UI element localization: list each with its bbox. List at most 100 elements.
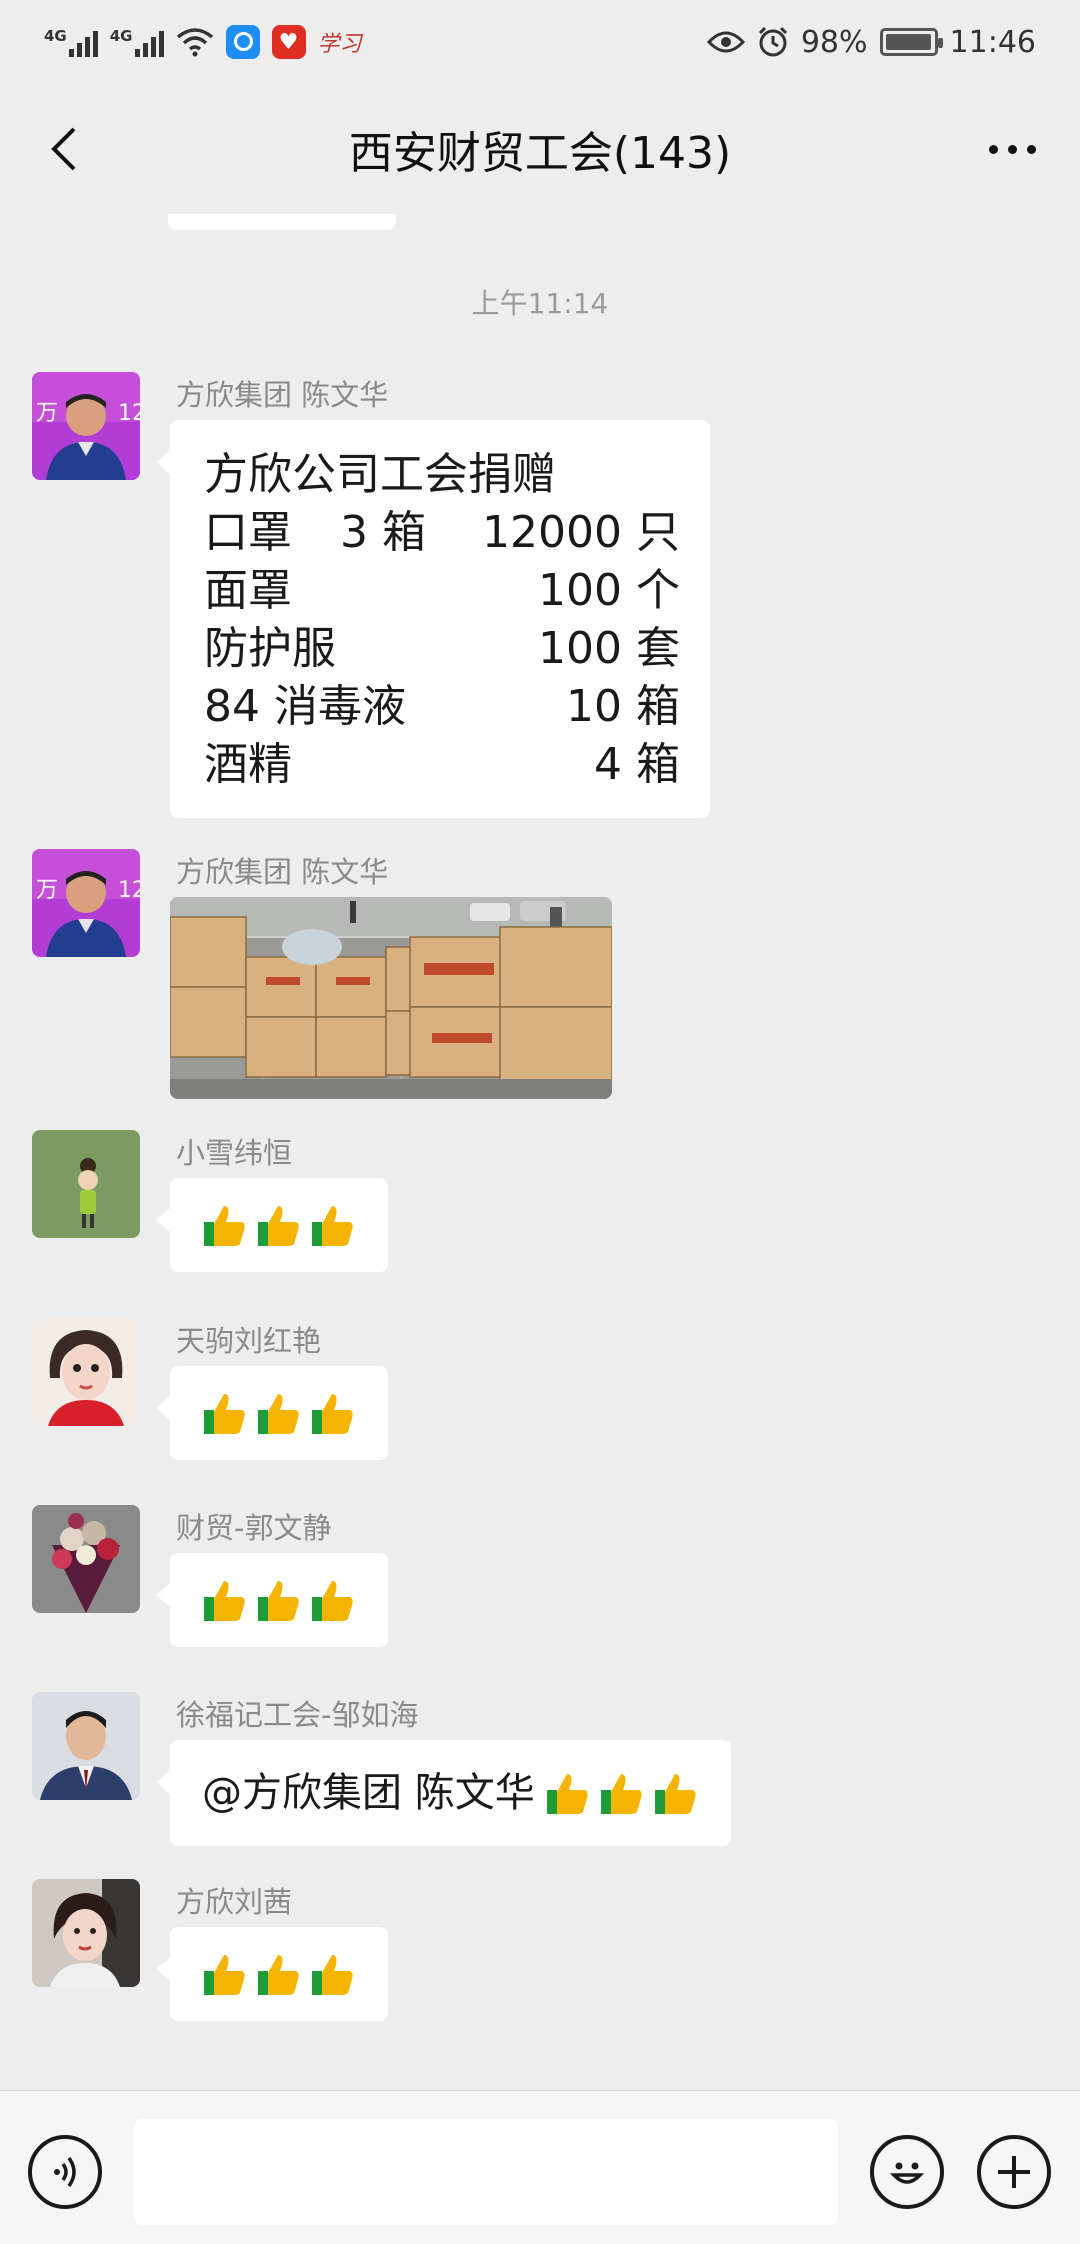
thumbs-up-icon (204, 1206, 245, 1246)
nav-bar: 西安财贸工会(143) (0, 84, 1080, 214)
thumbs-up-emoji-group (202, 1390, 356, 1436)
thumbs-up-icon (258, 1394, 299, 1434)
message-bubble[interactable] (156, 1366, 388, 1460)
donation-item: 84 消毒液 (204, 681, 406, 732)
thumbs-up-emoji-group (202, 1202, 356, 1248)
thumbs-up-icon (654, 1774, 696, 1814)
battery-icon (879, 28, 943, 56)
network-label-2: 4G (109, 27, 133, 45)
input-bar (0, 2090, 1080, 2244)
donation-item: 酒精 (204, 739, 292, 790)
more-options-button[interactable] (972, 114, 1052, 184)
previous-message-fragment (168, 214, 396, 230)
chat-title: 西安财贸工会(143) (348, 128, 732, 179)
plus-icon (998, 2156, 1030, 2188)
network-signal-2: 4G (110, 27, 164, 57)
donation-item-name: 口罩 (204, 507, 292, 558)
donation-row: 酒精 4 箱 (204, 736, 680, 794)
avatar[interactable] (32, 1879, 140, 1987)
thumbs-up-emoji-group (545, 1770, 699, 1816)
thumbs-up-icon (204, 1955, 245, 1995)
battery-fill (885, 34, 931, 50)
network-label-1: 4G (44, 27, 67, 45)
mention-text: @方欣集团 陈文华 (202, 1770, 535, 1816)
voice-icon (54, 2156, 76, 2188)
message-bubble[interactable]: 方欣公司工会捐赠 口罩 3 箱 12000 只 面罩 100 个 防护服 100… (156, 420, 710, 818)
network-signal-1: 4G (44, 27, 98, 57)
signal-bars-icon (68, 27, 98, 57)
message-bubble[interactable]: @方欣集团 陈文华 (156, 1740, 731, 1846)
donation-qty: 100 个 (538, 565, 680, 616)
donation-item-sub: 3 箱 (340, 507, 426, 558)
image-message[interactable] (170, 897, 612, 1099)
donation-qty: 4 箱 (594, 739, 680, 790)
thumbs-up-emoji-group (202, 1577, 356, 1623)
message-bubble[interactable] (156, 1553, 388, 1647)
sender-name: 方欣刘茜 (176, 1885, 293, 1919)
voice-input-button[interactable] (28, 2135, 102, 2209)
avatar[interactable] (32, 1318, 140, 1426)
battery-percent: 98% (800, 24, 868, 60)
status-right: 98% 11:46 (706, 24, 1036, 60)
sender-name: 天驹刘红艳 (176, 1324, 322, 1358)
thumbs-up-icon (204, 1394, 245, 1434)
donation-item: 口罩 3 箱 (204, 504, 482, 562)
avatar[interactable] (32, 1505, 140, 1613)
avatar[interactable]: 万 12 (32, 849, 140, 957)
wifi-icon (176, 28, 213, 57)
eye-icon (706, 31, 745, 53)
thumbs-up-icon (312, 1581, 353, 1621)
boxes-photo (170, 897, 612, 1099)
svg-text:万: 万 (36, 401, 58, 426)
emoji-button[interactable] (870, 2135, 944, 2209)
donation-row: 面罩 100 个 (204, 562, 680, 620)
smiley-icon (889, 2162, 925, 2184)
donation-item: 面罩 (204, 565, 292, 616)
status-left: 4G 4G ♥ 学习 (44, 25, 362, 59)
thumbs-up-icon (258, 1206, 299, 1246)
message-bubble[interactable] (156, 1178, 388, 1272)
message-input[interactable] (134, 2119, 838, 2225)
sender-name: 徐福记工会-邹如海 (176, 1698, 419, 1732)
donation-qty: 10 箱 (566, 681, 680, 732)
thumbs-up-icon (312, 1394, 353, 1434)
avatar[interactable]: 万 12 (32, 372, 140, 480)
sender-name: 财贸-郭文静 (176, 1511, 332, 1545)
back-button[interactable] (28, 114, 98, 184)
donation-title: 方欣公司工会捐赠 (204, 449, 556, 500)
thumbs-up-icon (258, 1581, 299, 1621)
avatar[interactable] (32, 1130, 140, 1238)
shopping-app-icon: ♥ (271, 25, 306, 59)
donation-item: 防护服 (204, 623, 336, 674)
svg-text:万: 万 (36, 878, 58, 903)
message-bubble[interactable] (156, 1927, 388, 2021)
dot-icon (1007, 144, 1017, 154)
sender-name: 方欣集团 陈文华 (176, 378, 389, 412)
more-functions-button[interactable] (977, 2135, 1051, 2209)
status-bar: 4G 4G ♥ 学习 98% 11:46 (0, 0, 1080, 84)
thumbs-up-icon (546, 1774, 588, 1814)
chevron-left-icon (51, 127, 76, 171)
thumbs-up-icon (600, 1774, 642, 1814)
message-timestamp: 上午11:14 (471, 287, 609, 320)
mention-message: @方欣集团 陈文华 (202, 1764, 699, 1822)
thumbs-up-icon (312, 1955, 353, 1995)
donation-row: 口罩 3 箱 12000 只 (204, 504, 680, 562)
signal-bars-icon (134, 27, 164, 57)
thumbs-up-icon (204, 1581, 245, 1621)
clock: 11:46 (949, 24, 1036, 60)
svg-text:12: 12 (118, 878, 140, 903)
donation-row: 84 消毒液 10 箱 (204, 678, 680, 736)
svg-text:12: 12 (118, 401, 140, 426)
dot-icon (988, 144, 998, 154)
sender-name: 方欣集团 陈文华 (176, 855, 389, 889)
study-app-icon: 学习 (317, 32, 362, 57)
sender-name: 小雪纬恒 (176, 1136, 293, 1170)
alarm-icon (758, 26, 787, 57)
search-app-icon (225, 25, 260, 59)
avatar[interactable] (32, 1692, 140, 1800)
donation-row: 防护服 100 套 (204, 620, 680, 678)
donation-qty: 12000 只 (482, 507, 680, 558)
thumbs-up-icon (258, 1955, 299, 1995)
donation-qty: 100 套 (538, 623, 680, 674)
